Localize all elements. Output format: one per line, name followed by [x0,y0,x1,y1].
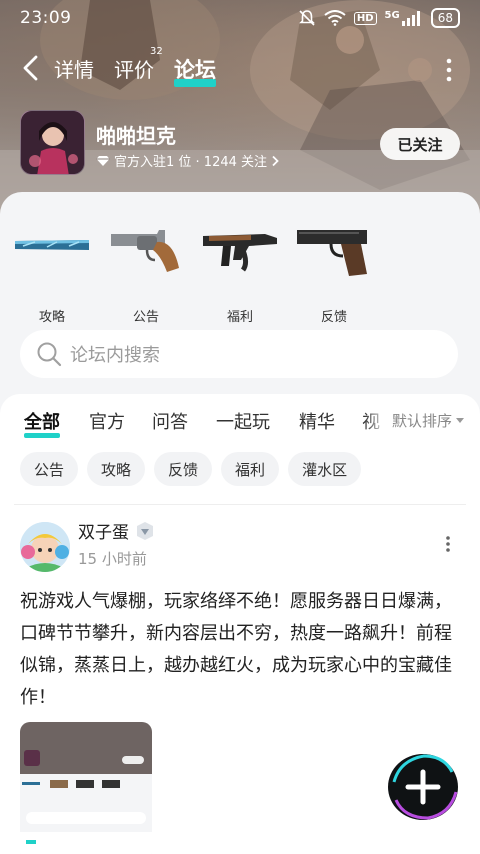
chip-chat-zone[interactable]: 灌水区 [288,452,362,486]
status-time: 23:09 [20,8,72,28]
avatar[interactable] [20,522,70,572]
search-icon [37,342,62,367]
hd-badge: HD [353,11,377,25]
reviews-count-badge: 32 [150,46,163,57]
category-announcements[interactable]: 公告 [99,208,193,325]
search-placeholder: 论坛内搜索 [70,345,160,366]
category-guides[interactable]: 攻略 [5,208,99,325]
game-title: 啪啪坦克 [96,124,176,148]
tab-details-label: 详情 [54,58,94,82]
tag-chips: 公告 攻略 反馈 福利 灌水区 [20,452,362,486]
subtab-all-label: 全部 [24,412,60,433]
subtab-qa[interactable]: 问答 [152,408,188,434]
tab-reviews-label: 评价 [114,58,154,82]
category-welfare-label: 福利 [226,310,253,325]
category-row: 攻略 公告 福利 反馈 [0,208,480,325]
create-post-fab[interactable] [386,752,460,822]
pistol-icon [297,230,367,276]
forum-subtabs: 全部 官方 问答 一起玩 精华 视 默认排序 [0,408,480,444]
signal-icon [401,11,420,26]
caret-down-icon [456,417,464,423]
forum-search-input[interactable]: 论坛内搜索 [20,330,458,378]
post-image[interactable] [20,722,152,854]
post-author[interactable]: 双子蛋 [78,518,155,543]
avatar-image [20,522,70,572]
chip-welfare[interactable]: 福利 [221,452,280,486]
revolver-icon [111,230,179,272]
network-type: 5G [384,10,400,21]
tab-forum-label: 论坛 [174,58,216,82]
category-feedback-label: 反馈 [320,310,347,325]
mute-bell-icon [298,10,315,26]
divider [14,504,466,505]
game-info: 啪啪坦克 官方入驻1 位 · 1244 关注 已关注 [20,110,460,180]
rifle-icon [203,234,277,272]
tab-forum[interactable]: 论坛 [174,54,216,87]
user-level-icon [137,521,153,540]
category-guides-label: 攻略 [38,310,65,325]
chip-announcements[interactable]: 公告 [20,452,79,486]
header-banner: 23:09 HD 5G 68 详情 评价 32 论坛 啪啪坦克 官方入驻1 位 … [0,0,480,220]
game-meta-text: 官方入驻1 位 · 1244 关注 [114,155,268,170]
chip-feedback[interactable]: 反馈 [154,452,213,486]
author-name: 双子蛋 [78,523,129,543]
sort-dropdown[interactable]: 默认排序 [383,410,464,431]
post-more-icon[interactable] [446,536,450,552]
subtab-official[interactable]: 官方 [89,408,125,434]
top-navigation: 详情 评价 32 论坛 [0,46,480,88]
wifi-icon [324,10,346,26]
tab-details[interactable]: 详情 [54,54,94,83]
active-subtab-indicator [24,433,60,438]
category-feedback[interactable]: 反馈 [287,208,381,325]
post-time: 15 小时前 [78,550,147,568]
status-bar: 23:09 HD 5G 68 [0,0,480,36]
follow-button[interactable]: 已关注 [380,128,460,160]
more-options-icon[interactable] [446,58,452,82]
screenshot-thumbnail [20,722,152,854]
chip-guides[interactable]: 攻略 [87,452,146,486]
game-icon[interactable] [20,110,85,175]
sort-label: 默认排序 [391,412,452,430]
game-character-art [21,111,84,174]
subtab-all[interactable]: 全部 [24,408,60,438]
tab-reviews[interactable]: 评价 32 [114,46,163,83]
subtab-featured[interactable]: 精华 [299,408,335,434]
category-announcements-label: 公告 [132,310,159,325]
chevron-right-icon [272,155,279,166]
battery-indicator: 68 [430,8,460,28]
back-arrow-icon[interactable] [20,54,44,82]
subtab-play-together[interactable]: 一起玩 [216,408,270,434]
post-body: 祝游戏人气爆棚，玩家络绎不绝！愿服务器日日爆满，口碑节节攀升，新内容层出不穷，热… [20,591,452,708]
diamond-icon [96,155,110,166]
game-meta[interactable]: 官方入驻1 位 · 1244 关注 [96,151,279,170]
category-welfare[interactable]: 福利 [193,208,287,325]
blue-bat-icon [15,240,89,250]
